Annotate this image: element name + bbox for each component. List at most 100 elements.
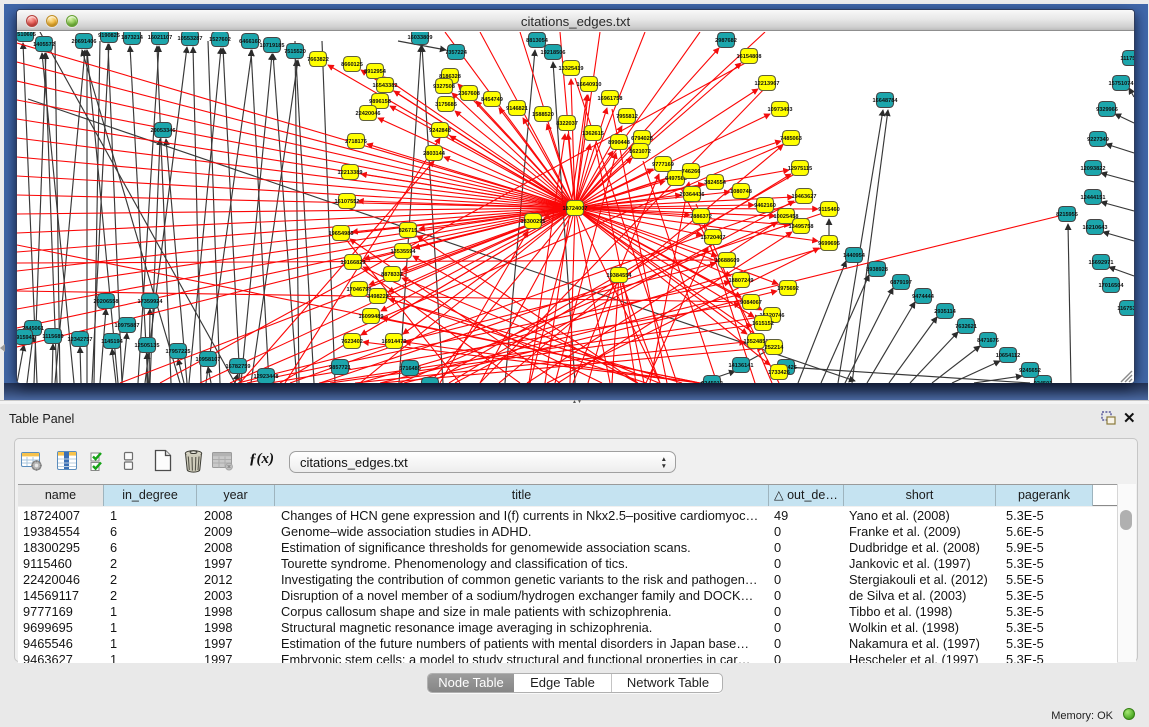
svg-text:19384554: 19384554 (607, 273, 633, 279)
svg-text:924501: 924501 (1034, 381, 1053, 383)
svg-text:9146821: 9146821 (506, 106, 528, 112)
svg-text:17046798: 17046798 (347, 287, 372, 293)
svg-text:16154808: 16154808 (737, 54, 762, 60)
svg-text:8660125: 8660125 (341, 62, 363, 68)
svg-text:2803144: 2803144 (423, 151, 446, 157)
svg-text:20691406: 20691406 (72, 39, 97, 45)
svg-text:16914479: 16914479 (382, 339, 407, 345)
svg-text:1405572: 1405572 (33, 42, 55, 48)
svg-text:7632621: 7632621 (955, 324, 977, 330)
svg-text:1527602: 1527602 (209, 37, 231, 43)
svg-text:9227349: 9227349 (1087, 137, 1109, 143)
svg-text:9777169: 9777169 (652, 162, 674, 168)
svg-text:2367608: 2367608 (458, 91, 480, 97)
svg-text:1873214: 1873214 (121, 35, 144, 41)
svg-text:2510605: 2510605 (17, 32, 36, 38)
svg-text:9474444: 9474444 (912, 294, 935, 300)
svg-text:10973493: 10973493 (768, 107, 793, 113)
svg-text:1621072: 1621072 (629, 149, 651, 155)
svg-text:8878332: 8878332 (381, 272, 403, 278)
svg-text:252214: 252214 (765, 345, 785, 351)
svg-text:8813054: 8813054 (526, 38, 549, 44)
svg-text:9190825: 9190825 (98, 33, 120, 39)
svg-text:9084067: 9084067 (740, 300, 762, 306)
svg-text:8938928: 8938928 (866, 267, 888, 273)
svg-text:9245652: 9245652 (1019, 368, 1041, 374)
svg-text:2935114: 2935114 (934, 309, 956, 315)
svg-text:12444151: 12444151 (1081, 195, 1106, 201)
svg-text:1080748: 1080748 (730, 189, 752, 195)
svg-text:15692971: 15692971 (1089, 260, 1114, 266)
svg-text:16648784: 16648784 (873, 98, 899, 104)
svg-text:3498222: 3498222 (367, 294, 389, 300)
svg-text:9857721: 9857721 (329, 365, 351, 371)
svg-text:10975887: 10975887 (115, 323, 140, 329)
svg-text:7515520: 7515520 (284, 49, 306, 55)
svg-text:20053346: 20053346 (151, 128, 176, 134)
svg-text:1362615: 1362615 (582, 131, 604, 137)
svg-text:12342757: 12342757 (68, 337, 93, 343)
svg-text:16021107: 16021107 (148, 35, 173, 41)
svg-text:3175685: 3175685 (435, 102, 457, 108)
svg-text:6794028: 6794028 (631, 136, 653, 142)
svg-text:16961758: 16961758 (598, 96, 623, 102)
svg-text:1115689: 1115689 (42, 334, 63, 340)
svg-text:13325419: 13325419 (559, 66, 584, 72)
svg-text:1975692: 1975692 (777, 286, 799, 292)
svg-text:1145194: 1145194 (101, 339, 123, 345)
svg-text:12505135: 12505135 (135, 343, 160, 349)
svg-text:6879197: 6879197 (890, 280, 912, 286)
svg-text:19218506: 19218506 (541, 50, 566, 56)
svg-text:10553287: 10553287 (178, 36, 203, 42)
svg-text:12975115: 12975115 (788, 166, 813, 172)
svg-text:19463627: 19463627 (792, 194, 817, 200)
svg-text:9462160: 9462160 (754, 203, 776, 209)
svg-text:8322037: 8322037 (556, 121, 578, 127)
svg-text:7663822: 7663822 (307, 57, 329, 63)
svg-text:9242848: 9242848 (429, 128, 451, 134)
svg-text:1615152: 1615152 (752, 321, 774, 327)
svg-text:5716485: 5716485 (399, 366, 421, 372)
svg-text:19654985: 19654985 (329, 231, 354, 237)
svg-text:13495758: 13495758 (789, 224, 814, 230)
svg-text:22420046: 22420046 (356, 111, 381, 117)
svg-text:16543382: 16543382 (373, 83, 398, 89)
svg-text:1117530: 1117530 (1120, 56, 1134, 62)
svg-text:3824554: 3824554 (704, 180, 727, 186)
svg-text:10958107: 10958107 (196, 357, 221, 363)
svg-text:9699695: 9699695 (818, 241, 840, 247)
svg-text:1588520: 1588520 (532, 112, 554, 118)
svg-text:10719185: 10719185 (260, 43, 285, 49)
svg-text:16640910: 16640910 (577, 82, 602, 88)
svg-text:10654112: 10654112 (996, 353, 1021, 359)
svg-text:7357224: 7357224 (445, 50, 468, 56)
svg-text:7886372: 7886372 (690, 214, 712, 220)
svg-text:16099489: 16099489 (359, 314, 384, 320)
svg-text:1440954: 1440954 (843, 253, 866, 259)
svg-text:12093822: 12093822 (1081, 166, 1106, 172)
svg-text:7955812: 7955812 (616, 114, 638, 120)
svg-text:17359924: 17359924 (138, 299, 164, 305)
svg-text:9245012: 9245012 (701, 381, 723, 383)
svg-text:20364436: 20364436 (680, 192, 705, 198)
svg-text:8912954: 8912954 (364, 69, 387, 75)
svg-text:9329966: 9329966 (1096, 107, 1118, 113)
svg-text:14136141: 14136141 (729, 363, 754, 369)
svg-text:9115460: 9115460 (818, 207, 839, 213)
svg-text:10688609: 10688609 (715, 258, 740, 264)
svg-text:13535594: 13535594 (391, 249, 417, 255)
svg-text:18724007: 18724007 (563, 206, 588, 212)
svg-text:7485063: 7485063 (780, 136, 802, 142)
svg-text:16782759: 16782759 (226, 364, 251, 370)
svg-text:9327508: 9327508 (433, 84, 455, 90)
svg-text:19166829: 19166829 (341, 260, 366, 266)
svg-text:15751074: 15751074 (1109, 81, 1134, 87)
svg-text:8454749: 8454749 (481, 97, 503, 103)
svg-text:2718176: 2718176 (345, 139, 367, 145)
svg-text:1167534: 1167534 (1117, 306, 1134, 312)
svg-text:16107552: 16107552 (335, 199, 360, 205)
svg-text:7623402: 7623402 (341, 339, 363, 345)
svg-text:6466160: 6466160 (239, 39, 261, 45)
svg-text:12213967: 12213967 (755, 81, 780, 87)
svg-text:20206558: 20206558 (94, 299, 119, 305)
